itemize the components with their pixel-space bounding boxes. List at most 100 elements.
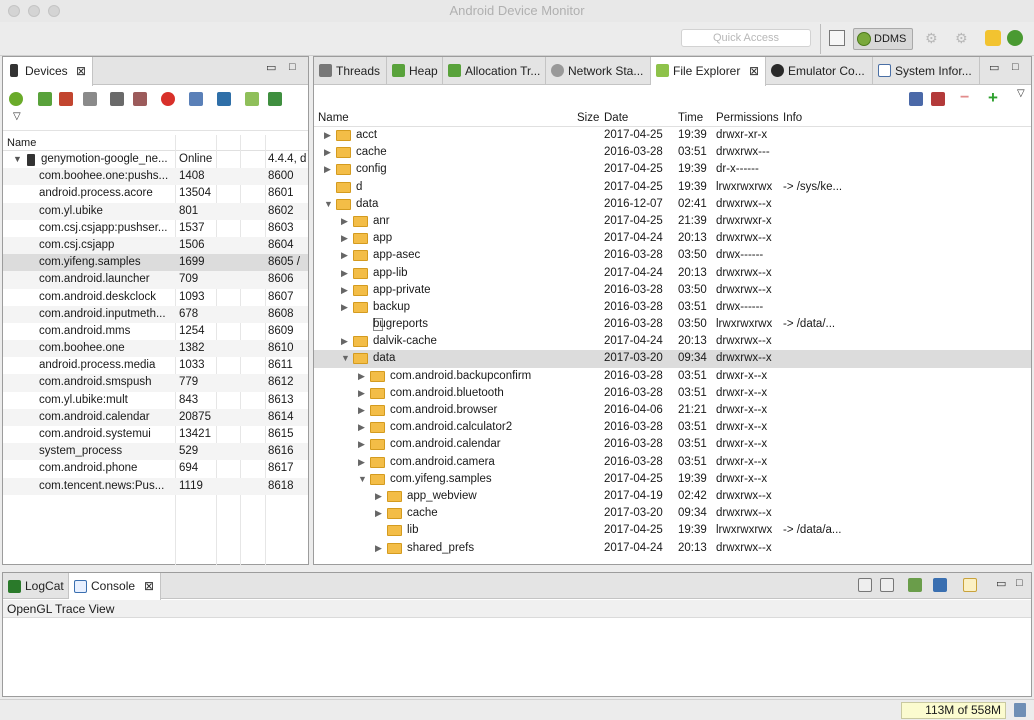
delete-icon[interactable]: − [960, 89, 969, 107]
folder-row[interactable]: ▶ app-lib 2017-04-24 20:13 drwxrwx--x [314, 265, 1031, 282]
process-row[interactable]: com.android.smspush 779 8612 [3, 374, 308, 392]
column-header-permissions[interactable]: Permissions [716, 110, 779, 127]
tab-allocation-tracker[interactable]: Allocation Tr... [443, 57, 546, 85]
new-folder-icon[interactable]: + [988, 88, 998, 108]
process-row[interactable]: com.android.mms 1254 8609 [3, 323, 308, 340]
column-header-info[interactable]: Info [783, 110, 802, 127]
process-row[interactable]: com.yl.ubike:mult 843 8613 [3, 392, 308, 409]
folder-row[interactable]: ▶ dalvik-cache 2017-04-24 20:13 drwxrwx--x [314, 333, 1031, 350]
stop-process-icon[interactable] [161, 92, 175, 106]
expand-arrow-icon[interactable]: ▶ [358, 385, 368, 402]
expand-arrow-icon[interactable]: ▶ [358, 419, 368, 436]
view-menu-icon[interactable]: ▽ [1017, 88, 1025, 99]
trash-icon[interactable] [1014, 703, 1026, 717]
expand-arrow-icon[interactable]: ▶ [341, 333, 351, 350]
tab-file-explorer[interactable]: File Explorer ⊠ [651, 57, 766, 86]
pin-console-icon[interactable] [908, 578, 922, 592]
expand-arrow-icon[interactable]: ▶ [375, 540, 385, 557]
expand-arrow-icon[interactable]: ▼ [13, 151, 22, 168]
quick-access-field[interactable]: Quick Access [681, 29, 811, 47]
expand-arrow-icon[interactable]: ▶ [358, 436, 368, 453]
process-row[interactable]: com.csj.csjapp 1506 8604 [3, 236, 308, 255]
view-menu-icon[interactable]: ▽ [13, 111, 21, 122]
tab-heap[interactable]: Heap [387, 57, 443, 85]
debug-icon[interactable]: ⚙ [925, 30, 941, 46]
dump-view-hierarchy-icon[interactable] [217, 92, 231, 106]
collapse-arrow-icon[interactable]: ▼ [358, 471, 368, 488]
back-icon[interactable] [985, 30, 1001, 46]
tab-devices[interactable]: Devices ⊠ [3, 57, 93, 86]
display-console-icon[interactable] [933, 578, 947, 592]
expand-arrow-icon[interactable]: ▶ [341, 265, 351, 282]
folder-row[interactable]: ▶ com.android.calendar 2016-03-28 03:51 drwx… [314, 436, 1031, 453]
process-row[interactable]: com.yifeng.samples 1699 8605 / [3, 254, 308, 272]
cause-gc-icon[interactable] [83, 92, 97, 106]
folder-row[interactable]: ▶ app-private 2016-03-28 03:50 drwxrwx--x [314, 282, 1031, 299]
folder-row[interactable]: ▶ cache 2016-03-28 03:51 drwxrwx--- [314, 144, 1031, 161]
folder-row[interactable]: ▶ com.android.browser 2016-04-06 21:21 drwxr… [314, 402, 1031, 419]
heap-status[interactable]: 113M of 558M [901, 702, 1006, 719]
process-row[interactable]: android.process.media 1033 8611 [3, 357, 308, 374]
expand-arrow-icon[interactable]: ▶ [358, 368, 368, 385]
folder-row[interactable]: ▶ app_webview 2017-04-19 02:42 drwxrwx--x [314, 488, 1031, 505]
process-row[interactable]: com.android.launcher 709 8606 [3, 271, 308, 289]
open-console-icon[interactable] [963, 578, 977, 592]
process-row[interactable]: com.boohee.one 1382 8610 [3, 340, 308, 358]
folder-row[interactable]: ▼ data 2016-12-07 02:41 drwxrwx--x [314, 196, 1031, 213]
process-row[interactable]: com.android.calendar 20875 8614 [3, 408, 308, 426]
expand-arrow-icon[interactable]: ▶ [324, 127, 334, 144]
update-heap-icon[interactable] [38, 92, 52, 106]
folder-row[interactable]: ▶ com.android.backupconfirm 2016-03-28 03:5… [314, 368, 1031, 385]
dump-hprof-icon[interactable] [59, 92, 73, 106]
folder-row[interactable]: ▶ com.android.camera 2016-03-28 03:51 drwxr-… [314, 454, 1031, 471]
folder-row[interactable]: ▶ app-asec 2016-03-28 03:50 drwx------ [314, 247, 1031, 264]
process-row[interactable]: com.android.phone 694 8617 [3, 460, 308, 477]
close-icon[interactable]: ⊠ [144, 573, 154, 599]
file-row[interactable]: bugreports 2016-03-28 03:50 lrwxrwxrwx -> /d… [314, 316, 1031, 333]
folder-row[interactable]: ▶ backup 2016-03-28 03:51 drwx------ [314, 299, 1031, 316]
expand-arrow-icon[interactable]: ▶ [324, 144, 334, 161]
process-row[interactable]: com.android.systemui 13421 8615 [3, 426, 308, 443]
folder-row[interactable]: ▶ com.android.bluetooth 2016-03-28 03:51 drw… [314, 385, 1031, 402]
push-file-icon[interactable] [931, 92, 945, 106]
scroll-lock-icon[interactable] [880, 578, 894, 592]
minimize-icon[interactable]: ▭ [989, 61, 999, 74]
open-perspective-icon[interactable] [829, 30, 845, 46]
minimize-icon[interactable]: ▭ [266, 61, 276, 74]
expand-arrow-icon[interactable]: ▶ [375, 488, 385, 505]
update-threads-icon[interactable] [110, 92, 124, 106]
folder-row[interactable]: ▶ anr 2017-04-25 21:39 drwxrwxr-x [314, 213, 1031, 230]
process-row[interactable]: com.boohee.one:pushs... 1408 8600 [3, 168, 308, 186]
opengl-trace-icon[interactable] [268, 92, 282, 106]
collapse-arrow-icon[interactable]: ▼ [324, 196, 334, 213]
sdk-manager-icon[interactable] [1007, 30, 1023, 46]
maximize-icon[interactable]: □ [1016, 577, 1023, 589]
expand-arrow-icon[interactable]: ▶ [341, 247, 351, 264]
folder-row[interactable]: ▶ cache 2017-03-20 09:34 drwxrwx--x [314, 505, 1031, 522]
expand-arrow-icon[interactable]: ▶ [324, 161, 334, 178]
tab-network-statistics[interactable]: Network Sta... [546, 57, 651, 85]
collapse-arrow-icon[interactable]: ▼ [341, 350, 351, 367]
start-method-profiling-icon[interactable] [133, 92, 147, 106]
process-row[interactable]: com.android.deskclock 1093 8607 [3, 289, 308, 306]
maximize-icon[interactable]: □ [289, 61, 296, 73]
column-header-name[interactable]: Name [318, 110, 349, 127]
tab-emulator-control[interactable]: Emulator Co... [766, 57, 873, 85]
tab-system-information[interactable]: System Infor... [873, 57, 980, 85]
column-header-time[interactable]: Time [678, 110, 703, 127]
folder-row[interactable]: d 2017-04-25 19:39 lrwxrwxrwx -> /sys/ke... [314, 179, 1031, 196]
minimize-window-button[interactable] [28, 5, 40, 17]
expand-arrow-icon[interactable]: ▶ [358, 454, 368, 471]
folder-row[interactable]: ▶ acct 2017-04-25 19:39 drwxr-xr-x [314, 127, 1031, 144]
process-row[interactable]: system_process 529 8616 [3, 443, 308, 461]
folder-row[interactable]: ▶ shared_prefs 2017-04-24 20:13 drwxrwx--x [314, 540, 1031, 557]
tab-logcat[interactable]: LogCat [3, 573, 69, 599]
process-row[interactable]: com.android.inputmeth... 678 8608 [3, 305, 308, 323]
tab-console[interactable]: Console ⊠ [69, 573, 161, 600]
zoom-window-button[interactable] [48, 5, 60, 17]
clear-console-icon[interactable] [858, 578, 872, 592]
debug-process-icon[interactable] [9, 92, 23, 106]
expand-arrow-icon[interactable]: ▶ [341, 299, 351, 316]
expand-arrow-icon[interactable]: ▶ [341, 230, 351, 247]
folder-row[interactable]: lib 2017-04-25 19:39 lrwxrwxrwx -> /data/a..… [314, 522, 1031, 539]
